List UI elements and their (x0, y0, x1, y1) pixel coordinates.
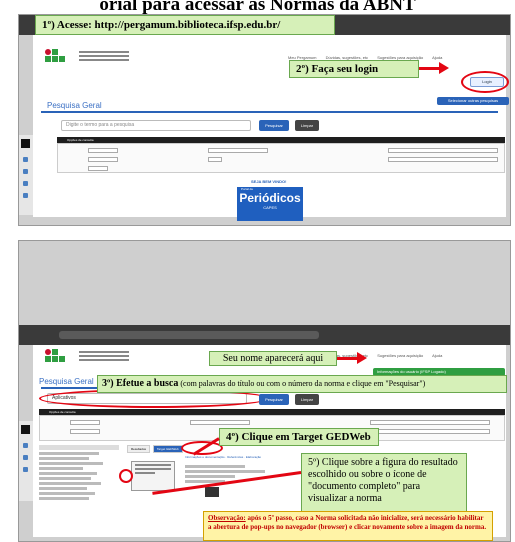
screenshot-frame-2: Meu Pergamum Dúvidas, sugestões, etc Sug… (18, 240, 511, 542)
side-toolbar-2 (19, 421, 33, 501)
work-type-select-2[interactable] (370, 429, 490, 434)
side-icon-2[interactable] (23, 169, 28, 174)
step-5-callout: 5º) Clique sobre a figura do resultado e… (301, 453, 467, 517)
work-type-select[interactable] (388, 157, 498, 162)
step-3-detail: (com palavras do título ou com o número … (178, 379, 426, 388)
side-icon-4[interactable] (23, 193, 28, 198)
search-title-2: Pesquisa Geral (39, 377, 94, 386)
search-option-select-5[interactable] (70, 429, 100, 434)
search-input[interactable]: Digite o termo para a pesquisa (61, 120, 251, 131)
screenshot-frame-1: Meu Pergamum Dúvidas, sugestões, etc Sug… (18, 14, 511, 226)
step-2-arrow (419, 67, 441, 70)
nav2-ajuda[interactable]: Ajuda (432, 353, 442, 358)
side-icon-1[interactable] (23, 157, 28, 162)
login-highlight-ring (461, 71, 509, 93)
step-3-label: 3º) Efetue a busca (102, 378, 179, 389)
step-2-callout: 2º) Faça seu login (289, 60, 419, 78)
results-tabs: Resultados Target GEDWeb (127, 445, 185, 453)
tab-resultados[interactable]: Resultados (127, 445, 151, 453)
result-links: Informações e documentação · Referências… (185, 455, 262, 459)
step-2-arrow-head (439, 62, 449, 74)
tab-target-gedweb[interactable]: Target GEDWeb (152, 445, 183, 453)
step-3-callout: 3º) Efetue a busca (com palavras do títu… (97, 375, 507, 393)
side-icon-5[interactable] (23, 443, 28, 448)
observation-note: Observação: após o 5º passo, caso a Norm… (203, 511, 493, 541)
unit-select-2[interactable] (370, 420, 490, 425)
link-referencias[interactable]: Referências (227, 455, 243, 459)
search-option-select-2[interactable] (88, 157, 118, 162)
name-note-arrow (337, 357, 359, 360)
side-icon-3[interactable] (23, 181, 28, 186)
search-option-select-3[interactable] (88, 166, 108, 171)
search-options-panel (57, 143, 505, 173)
welcome-text: SEJA BEM VINDO! (251, 179, 287, 184)
year-field[interactable] (208, 157, 222, 162)
nav-ajuda[interactable]: Ajuda (432, 55, 442, 60)
search-option-select-4[interactable] (70, 420, 100, 425)
clear-button-2[interactable]: Limpar (295, 394, 319, 405)
periodicos-capes-banner[interactable]: Portal de Periódicos CAPES (237, 187, 303, 221)
unit-select[interactable] (388, 148, 498, 153)
observation-text: após o 5º passo, caso a Norma solicitada… (208, 514, 487, 531)
periodicos-label: Periódicos (239, 191, 301, 205)
facet-list (39, 445, 119, 502)
pergamum-page-1: Meu Pergamum Dúvidas, sugestões, etc Sug… (33, 35, 509, 221)
ifsp-logo-text (79, 51, 129, 63)
side-toolbar (19, 135, 33, 215)
select-other-searches-button[interactable]: Selecionar outras pesquisas (437, 97, 509, 105)
ifsp-logo (45, 49, 75, 65)
thumbnail-highlight-ring (119, 469, 133, 483)
step-1-callout: 1º) Acesse: http://pergamum.biblioteca.i… (35, 15, 335, 35)
full-document-icon[interactable] (205, 487, 219, 497)
link-elaboracao[interactable]: Elaboração (246, 455, 261, 459)
capes-label: CAPES (263, 205, 277, 210)
page-title: orial para acessar as Normas da ABNT (99, 0, 416, 14)
order-select-2[interactable] (190, 420, 250, 425)
side-menu-icon[interactable] (21, 139, 30, 148)
link-informacao[interactable]: Informações e documentação (185, 455, 225, 459)
order-select[interactable] (208, 148, 268, 153)
clear-button[interactable]: Limpar (295, 120, 319, 131)
side-icon-7[interactable] (23, 467, 28, 472)
norma-thumbnail[interactable] (131, 461, 175, 491)
side-icon-6[interactable] (23, 455, 28, 460)
name-note-callout: Seu nome aparecerá aqui (209, 351, 337, 366)
search-button[interactable]: Pesquisar (259, 120, 289, 131)
side-menu-icon-2[interactable] (21, 425, 30, 434)
ifsp-logo-2 (45, 349, 75, 365)
browser-chrome-2 (19, 325, 510, 345)
nav2-sugestoes[interactable]: Sugestões para aquisição (377, 353, 423, 358)
observation-label: Observação: (208, 514, 246, 522)
step-4-callout: 4º) Clique em Target GEDWeb (219, 428, 379, 446)
search-option-select-1[interactable] (88, 148, 118, 153)
search-divider (41, 111, 498, 113)
address-bar-2[interactable] (59, 331, 319, 339)
search-title: Pesquisa Geral (47, 101, 102, 110)
ifsp-logo-text-2 (79, 351, 129, 363)
name-note-arrow-head (357, 352, 367, 364)
search-button-2[interactable]: Pesquisar (259, 394, 289, 405)
